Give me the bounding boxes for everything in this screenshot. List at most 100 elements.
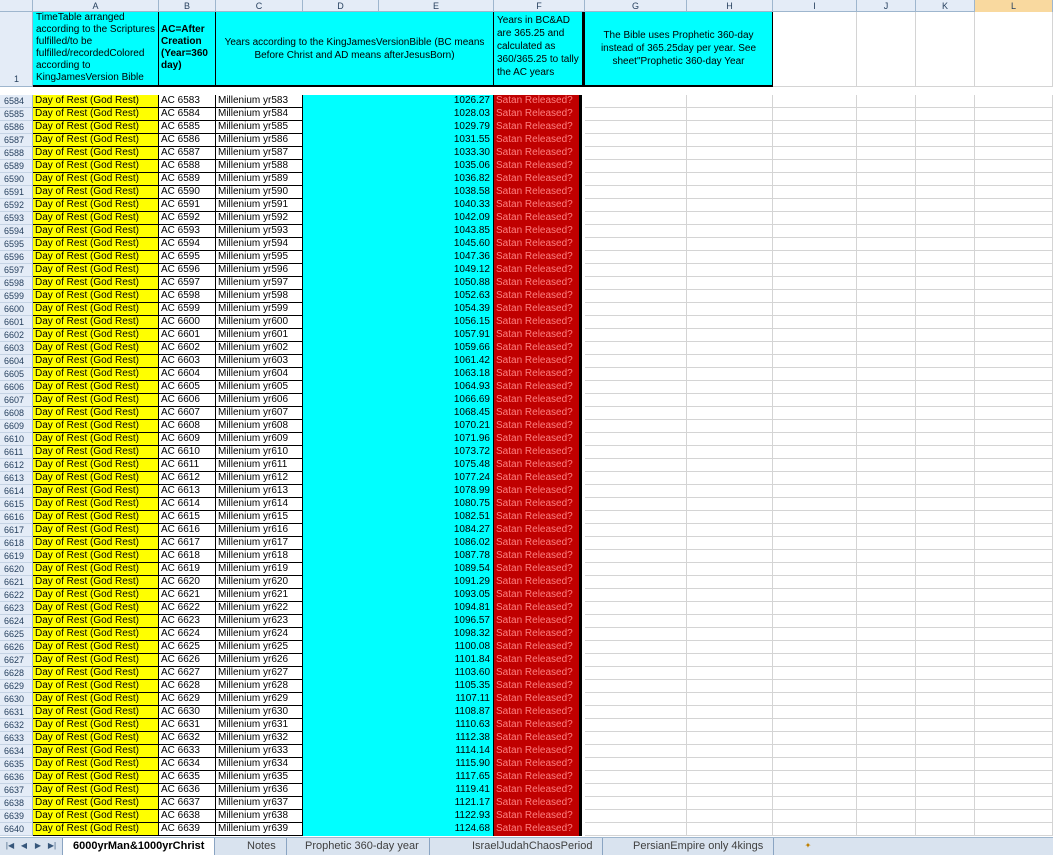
cell-e[interactable]: 1073.72	[379, 446, 494, 459]
cell-e[interactable]: 1043.85	[379, 225, 494, 238]
cell-h[interactable]	[687, 719, 773, 732]
cell-e[interactable]: 1029.79	[379, 121, 494, 134]
cell-i[interactable]	[773, 745, 857, 758]
cell-f[interactable]: Satan Released?	[494, 134, 582, 147]
cell-d[interactable]	[303, 147, 379, 160]
cell-l[interactable]	[975, 823, 1053, 836]
cell-k[interactable]	[916, 95, 975, 108]
row-header[interactable]: 6615	[0, 498, 33, 511]
cell-g[interactable]	[585, 667, 687, 680]
cell-h[interactable]	[687, 160, 773, 173]
cell-f[interactable]: Satan Released?	[494, 706, 582, 719]
cell-e[interactable]: 1110.63	[379, 719, 494, 732]
row-header[interactable]: 6593	[0, 212, 33, 225]
col-header-a[interactable]: A	[33, 0, 159, 12]
cell-c[interactable]: Millenium yr595	[216, 251, 303, 264]
cell-c[interactable]: Millenium yr639	[216, 823, 303, 836]
cell-c[interactable]: Millenium yr609	[216, 433, 303, 446]
cell-k[interactable]	[916, 745, 975, 758]
cell-j[interactable]	[857, 719, 916, 732]
cell-f[interactable]: Satan Released?	[494, 498, 582, 511]
cell-d[interactable]	[303, 446, 379, 459]
cell-k[interactable]	[916, 524, 975, 537]
cell-j[interactable]	[857, 459, 916, 472]
cell-j[interactable]	[857, 329, 916, 342]
cell-b[interactable]: AC 6607	[159, 407, 216, 420]
cell-a[interactable]: Day of Rest (God Rest)	[33, 199, 159, 212]
cell-d[interactable]	[303, 329, 379, 342]
cell-d[interactable]	[303, 121, 379, 134]
cell-a[interactable]: Day of Rest (God Rest)	[33, 628, 159, 641]
cell-h[interactable]	[687, 472, 773, 485]
cell-f[interactable]: Satan Released?	[494, 160, 582, 173]
cell-b[interactable]: AC 6594	[159, 238, 216, 251]
cell-b[interactable]: AC 6626	[159, 654, 216, 667]
cell-g[interactable]	[585, 654, 687, 667]
cell-b[interactable]: AC 6584	[159, 108, 216, 121]
cell-k[interactable]	[916, 537, 975, 550]
cell-i[interactable]	[773, 797, 857, 810]
cell-i[interactable]	[773, 667, 857, 680]
cell-e[interactable]: 1054.39	[379, 303, 494, 316]
cell-b[interactable]: AC 6632	[159, 732, 216, 745]
cell-e[interactable]: 1119.41	[379, 784, 494, 797]
cell-e[interactable]: 1080.75	[379, 498, 494, 511]
cell-a[interactable]: Day of Rest (God Rest)	[33, 225, 159, 238]
sheet-tab-israeljudah[interactable]: IsraelJudahChaosPeriod	[462, 838, 604, 855]
cell-i[interactable]	[773, 251, 857, 264]
cell-a[interactable]: Day of Rest (God Rest)	[33, 641, 159, 654]
cell-h[interactable]	[687, 329, 773, 342]
cell-l[interactable]	[975, 290, 1053, 303]
cell-f[interactable]: Satan Released?	[494, 277, 582, 290]
cell-c[interactable]: Millenium yr596	[216, 264, 303, 277]
cell-e[interactable]: 1094.81	[379, 602, 494, 615]
cell-j[interactable]	[857, 199, 916, 212]
cell-i[interactable]	[773, 108, 857, 121]
row-header[interactable]: 6636	[0, 771, 33, 784]
cell-f[interactable]: Satan Released?	[494, 823, 582, 836]
row-header[interactable]: 6624	[0, 615, 33, 628]
cell-j[interactable]	[857, 654, 916, 667]
cell-d[interactable]	[303, 212, 379, 225]
cell-b[interactable]: AC 6621	[159, 589, 216, 602]
cell-e[interactable]: 1082.51	[379, 511, 494, 524]
cell-i[interactable]	[773, 485, 857, 498]
cell-i[interactable]	[773, 615, 857, 628]
cell-k[interactable]	[916, 459, 975, 472]
row-header-1[interactable]: 1	[0, 12, 33, 87]
cell-b[interactable]: AC 6583	[159, 95, 216, 108]
cell-i[interactable]	[773, 511, 857, 524]
cell-g[interactable]	[585, 251, 687, 264]
cell-d[interactable]	[303, 264, 379, 277]
cell-h[interactable]	[687, 602, 773, 615]
cell-c[interactable]: Millenium yr590	[216, 186, 303, 199]
cell-b[interactable]: AC 6608	[159, 420, 216, 433]
cell-l[interactable]	[975, 329, 1053, 342]
cell-j[interactable]	[857, 95, 916, 108]
cell-b[interactable]: AC 6631	[159, 719, 216, 732]
cell-c[interactable]: Millenium yr629	[216, 693, 303, 706]
cell-j[interactable]	[857, 771, 916, 784]
cell-g[interactable]	[585, 147, 687, 160]
cell-e[interactable]: 1045.60	[379, 238, 494, 251]
col-header-e[interactable]: E	[379, 0, 494, 12]
cell-g[interactable]	[585, 381, 687, 394]
cell-d[interactable]	[303, 225, 379, 238]
cell-f[interactable]: Satan Released?	[494, 342, 582, 355]
next-sheet-icon[interactable]: ▶	[32, 840, 44, 852]
cell-k[interactable]	[916, 576, 975, 589]
cell-g[interactable]	[585, 394, 687, 407]
cell-d[interactable]	[303, 810, 379, 823]
cell-c[interactable]: Millenium yr636	[216, 784, 303, 797]
cell-a[interactable]: Day of Rest (God Rest)	[33, 355, 159, 368]
cell-j[interactable]	[857, 407, 916, 420]
cell-j[interactable]	[857, 706, 916, 719]
row-header[interactable]: 6627	[0, 654, 33, 667]
cell-a[interactable]: Day of Rest (God Rest)	[33, 615, 159, 628]
cell-e[interactable]: 1026.27	[379, 95, 494, 108]
cell-d[interactable]	[303, 719, 379, 732]
cell-f[interactable]: Satan Released?	[494, 329, 582, 342]
cell-f[interactable]: Satan Released?	[494, 615, 582, 628]
cell-b[interactable]: AC 6616	[159, 524, 216, 537]
cell-k[interactable]	[916, 316, 975, 329]
